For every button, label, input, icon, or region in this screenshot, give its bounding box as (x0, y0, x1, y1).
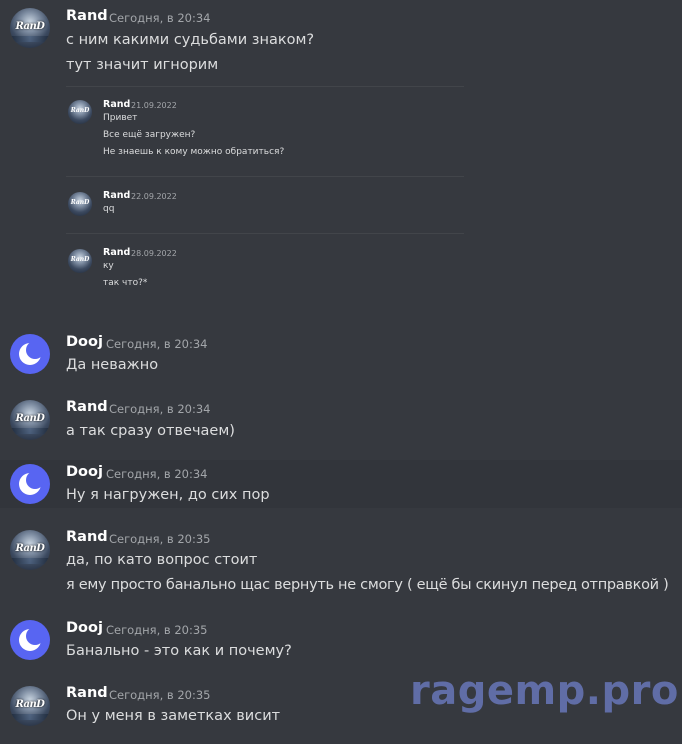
embedded-text: так что?* (103, 278, 148, 288)
username[interactable]: Dooj (66, 620, 103, 636)
message-text: а так сразу отвечаем) (66, 423, 235, 439)
avatar-logo-text: RanD (70, 199, 90, 206)
embedded-text: Привет (103, 113, 138, 123)
avatar[interactable]: RanD (10, 530, 50, 570)
embedded-date: 22.09.2022 (131, 192, 177, 201)
embedded-username: Rand (103, 247, 131, 258)
timestamp: Сегодня, в 20:35 (109, 688, 211, 702)
avatar[interactable] (10, 334, 50, 374)
message-text: Он у меня в заметках висит (66, 708, 281, 724)
embedded-username: Rand (103, 190, 131, 201)
username[interactable]: Rand (66, 685, 108, 701)
message-text: тут значит игнорим (66, 57, 219, 73)
avatar-logo-text: RanD (15, 699, 45, 710)
message-text: я ему просто банально щас вернуть не смо… (66, 577, 669, 593)
message-text: Ну я нагружен, до сих пор (66, 487, 270, 503)
message-text: Банально - это как и почему? (66, 643, 292, 659)
embedded-avatar: RanD (68, 192, 92, 216)
avatar-wave (10, 558, 50, 564)
username[interactable]: Rand (66, 8, 108, 24)
embedded-date: 21.09.2022 (131, 101, 177, 110)
avatar-wave (10, 714, 50, 720)
embedded-avatar: RanD (68, 100, 92, 124)
message-text: да, по като вопрос стоит (66, 552, 258, 568)
avatar-logo-text: RanD (15, 413, 45, 424)
username[interactable]: Dooj (66, 464, 103, 480)
avatar[interactable] (10, 620, 50, 660)
username[interactable]: Rand (66, 529, 108, 545)
avatar[interactable]: RanD (10, 400, 50, 440)
embedded-text: qq (103, 204, 115, 214)
discord-moon-icon (19, 627, 44, 651)
avatar-logo-text: RanD (70, 107, 90, 114)
divider (66, 86, 464, 87)
avatar[interactable] (10, 464, 50, 504)
timestamp: Сегодня, в 20:35 (106, 623, 208, 637)
avatar-logo-text: RanD (15, 21, 45, 32)
discord-moon-icon (19, 341, 44, 365)
discord-moon-icon (19, 471, 44, 495)
embedded-text: Не знаешь к кому можно обратиться? (103, 147, 285, 157)
message-text: с ним какими судьбами знаком? (66, 32, 315, 48)
timestamp: Сегодня, в 20:34 (109, 402, 211, 416)
timestamp: Сегодня, в 20:34 (109, 11, 211, 25)
embedded-text: ку (103, 261, 114, 271)
embedded-username: Rand (103, 99, 131, 110)
avatar[interactable]: RanD (10, 686, 50, 726)
embedded-text: Все ещё загружен? (103, 130, 196, 140)
timestamp: Сегодня, в 20:34 (106, 467, 208, 481)
watermark: ragemp.pro (410, 668, 679, 714)
message-text: Да неважно (66, 357, 159, 373)
username[interactable]: Dooj (66, 334, 103, 350)
avatar[interactable]: RanD (10, 8, 50, 48)
timestamp: Сегодня, в 20:34 (106, 337, 208, 351)
divider (66, 176, 464, 177)
avatar-logo-text: RanD (70, 256, 90, 263)
embedded-date: 28.09.2022 (131, 249, 177, 258)
divider (66, 233, 464, 234)
avatar-logo-text: RanD (15, 543, 45, 554)
avatar-wave (10, 36, 50, 42)
username[interactable]: Rand (66, 399, 108, 415)
timestamp: Сегодня, в 20:35 (109, 532, 211, 546)
embedded-avatar: RanD (68, 249, 92, 273)
avatar-wave (10, 428, 50, 434)
